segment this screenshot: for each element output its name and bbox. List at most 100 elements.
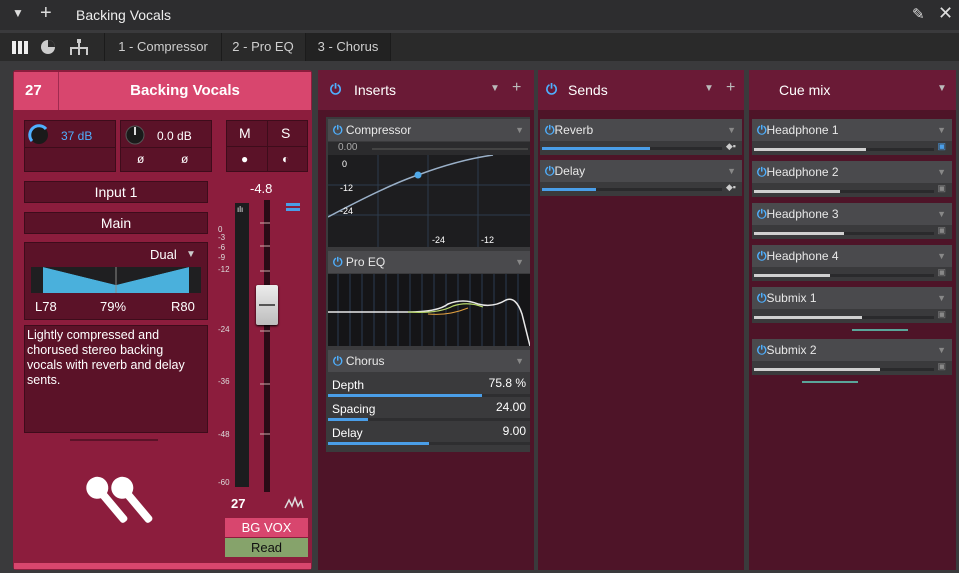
phase-left-button[interactable]: ø [137, 152, 144, 166]
cuemix-level-row[interactable]: ▣ [752, 225, 952, 239]
send-dropdown-icon[interactable]: ▼ [727, 160, 736, 182]
lock-icon[interactable]: ▣ [937, 183, 946, 194]
cuemix-dropdown-icon[interactable]: ▼ [937, 245, 946, 267]
cuemix-power-icon[interactable]: ⏻ [757, 249, 767, 263]
chorus-param-bar[interactable] [328, 442, 530, 445]
cuemix-dropdown-icon[interactable]: ▼ [937, 339, 946, 361]
cuemix-level-row[interactable]: ▣ [752, 141, 952, 155]
chorus-param-row[interactable]: Delay 9.00 [328, 422, 530, 446]
cuemix-level-bar[interactable] [754, 148, 934, 151]
compressor-graph[interactable]: 0 -12 -24 -24 -12 [327, 154, 530, 247]
cuemix-level-bar[interactable] [754, 368, 934, 371]
pan-width-display[interactable] [31, 267, 201, 293]
cuemix-power-icon[interactable]: ⏻ [757, 291, 767, 305]
inserts-add-icon[interactable]: + [512, 79, 521, 97]
inserts-power-icon[interactable]: ⏻ [330, 81, 341, 98]
mixer-view-icon[interactable] [12, 41, 30, 54]
send-pan-icon[interactable]: ◆▪ [726, 182, 736, 193]
send-level-row[interactable]: ◆▪ [540, 182, 742, 196]
cuemix-level-bar[interactable] [754, 232, 934, 235]
gain-knob-icon[interactable] [28, 124, 50, 146]
pan-mode-label[interactable]: Dual [150, 247, 177, 262]
send-level-row[interactable]: ◆▪ [540, 141, 742, 155]
output-selector[interactable]: Main [24, 212, 208, 234]
record-arm-button[interactable]: ● [241, 152, 248, 166]
sends-power-icon[interactable]: ⏻ [546, 81, 557, 98]
cuemix-level-bar[interactable] [754, 190, 934, 193]
cuemix-level-bar[interactable] [754, 274, 934, 277]
cuemix-item[interactable]: ⏻Headphone 1 ▼ [752, 119, 952, 141]
chorus-param-bar[interactable] [328, 418, 530, 421]
send-power-icon[interactable]: ⏻ [545, 123, 555, 137]
solo-button[interactable]: S [281, 125, 290, 141]
lock-icon[interactable]: ▣ [937, 267, 946, 278]
cuemix-dropdown-icon[interactable]: ▼ [937, 287, 946, 309]
send-power-icon[interactable]: ⏻ [545, 164, 555, 178]
input-gain-control[interactable]: 37 dB [24, 120, 116, 172]
chorus-dropdown-icon[interactable]: ▼ [515, 350, 524, 372]
sends-add-icon[interactable]: + [726, 79, 735, 97]
cuemix-dropdown-icon[interactable]: ▼ [937, 119, 946, 141]
send-item[interactable]: ⏻Delay ▼ [540, 160, 742, 182]
chorus-header[interactable]: ⏻ Chorus ▼ [328, 350, 530, 372]
cuemix-power-icon[interactable]: ⏻ [757, 207, 767, 221]
trim-control[interactable]: 0.0 dB ø ø [120, 120, 212, 172]
cuemix-dropdown-icon[interactable]: ▼ [937, 161, 946, 183]
cuemix-level-row[interactable]: ▣ [752, 309, 952, 323]
waveform-icon[interactable] [284, 495, 304, 510]
cuemix-level-row[interactable]: ▣ [752, 361, 952, 375]
chorus-power-icon[interactable]: ⏻ [333, 354, 343, 368]
cuemix-item[interactable]: ⏻Headphone 2 ▼ [752, 161, 952, 183]
chorus-param-bar[interactable] [328, 394, 530, 397]
pin-icon[interactable]: ✎ [912, 5, 925, 23]
cuemix-power-icon[interactable]: ⏻ [757, 123, 767, 137]
cuemix-item[interactable]: ⏻Headphone 3 ▼ [752, 203, 952, 225]
close-icon[interactable]: ✕ [938, 3, 953, 24]
tab-compressor[interactable]: 1 - Compressor [104, 33, 222, 61]
cuemix-item[interactable]: ⏻Submix 2 ▼ [752, 339, 952, 361]
lock-icon[interactable]: ▣ [937, 309, 946, 320]
menu-triangle-icon[interactable]: ▼ [12, 6, 24, 20]
send-level-bar[interactable] [542, 147, 722, 150]
cuemix-level-bar[interactable] [754, 316, 934, 319]
trim-knob-icon[interactable] [124, 124, 146, 146]
chorus-param-row[interactable]: Spacing 24.00 [328, 398, 530, 422]
lock-icon[interactable]: ▣ [937, 141, 946, 152]
add-icon[interactable]: + [40, 2, 52, 24]
send-item[interactable]: ⏻Reverb ▼ [540, 119, 742, 141]
monitor-button[interactable]: ◐ [282, 152, 289, 166]
send-level-bar[interactable] [542, 188, 722, 191]
cuemix-power-icon[interactable]: ⏻ [757, 343, 767, 357]
automation-mode[interactable]: Read [225, 538, 308, 557]
routing-icon[interactable] [68, 39, 90, 55]
lock-icon[interactable]: ▣ [937, 225, 946, 236]
tab-chorus[interactable]: 3 - Chorus [306, 33, 391, 61]
cuemix-dropdown-icon[interactable]: ▼ [937, 83, 947, 94]
proeq-power-icon[interactable]: ⏻ [333, 255, 343, 269]
proeq-header[interactable]: ⏻ Pro EQ ▼ [328, 251, 530, 273]
cuemix-item[interactable]: ⏻Headphone 4 ▼ [752, 245, 952, 267]
cuemix-power-icon[interactable]: ⏻ [757, 165, 767, 179]
compressor-header[interactable]: ⏻ Compressor ▼ [328, 119, 530, 141]
send-dropdown-icon[interactable]: ▼ [727, 119, 736, 141]
cuemix-dropdown-icon[interactable]: ▼ [937, 203, 946, 225]
volume-fader[interactable] [256, 285, 278, 325]
proeq-graph[interactable] [328, 274, 531, 347]
proeq-dropdown-icon[interactable]: ▼ [515, 251, 524, 273]
cuemix-level-row[interactable]: ▣ [752, 183, 952, 197]
notes-box[interactable]: Lightly compressed and chorused stereo b… [24, 325, 208, 433]
lock-icon[interactable]: ▣ [937, 361, 946, 372]
mute-button[interactable]: M [239, 125, 251, 141]
fader-options-icon[interactable] [286, 202, 300, 214]
tab-pro-eq[interactable]: 2 - Pro EQ [221, 33, 306, 61]
channel-label[interactable]: BG VOX [225, 518, 308, 537]
pan-mode-dropdown-icon[interactable]: ▼ [186, 249, 196, 260]
compressor-threshold-row[interactable]: 0.00 [328, 142, 530, 155]
send-pan-icon[interactable]: ◆▪ [726, 141, 736, 152]
knob-view-icon[interactable] [40, 39, 56, 55]
inserts-dropdown-icon[interactable]: ▼ [490, 83, 500, 94]
compressor-power-icon[interactable]: ⏻ [333, 123, 343, 137]
cuemix-level-row[interactable]: ▣ [752, 267, 952, 281]
compressor-dropdown-icon[interactable]: ▼ [515, 119, 524, 141]
cuemix-item[interactable]: ⏻Submix 1 ▼ [752, 287, 952, 309]
